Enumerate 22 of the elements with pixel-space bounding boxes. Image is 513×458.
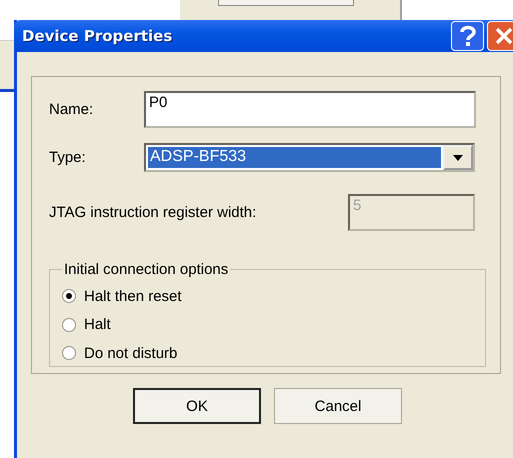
dialog-button[interactable]: OK [133, 388, 261, 424]
help-button[interactable] [451, 21, 484, 51]
help-icon [458, 25, 478, 47]
close-button[interactable] [487, 21, 513, 51]
type-dropdown[interactable]: ADSP-BF533 [144, 143, 475, 172]
field-label: JTAG instruction register width: [49, 204, 256, 220]
field-label: Name: [49, 101, 94, 118]
caret-icon [453, 154, 463, 160]
radio-option[interactable]: Halt [62, 310, 485, 339]
radio-button[interactable] [62, 318, 76, 332]
dropdown-button[interactable] [443, 145, 473, 170]
radio-button[interactable] [62, 346, 76, 360]
input-field[interactable]: P0 [144, 91, 476, 128]
dropdown-value: ADSP-BF533 [148, 147, 441, 168]
radio-option[interactable]: Do not disturb [62, 339, 485, 368]
close-icon [494, 27, 512, 45]
radio-option[interactable]: Halt then reset [62, 282, 485, 310]
window-title: Device Properties [22, 27, 172, 45]
group-title: Initial connection options [63, 261, 230, 278]
dialog-button[interactable]: Cancel [274, 388, 402, 424]
radio-button[interactable] [62, 289, 76, 304]
field-label: Type: [49, 149, 87, 166]
